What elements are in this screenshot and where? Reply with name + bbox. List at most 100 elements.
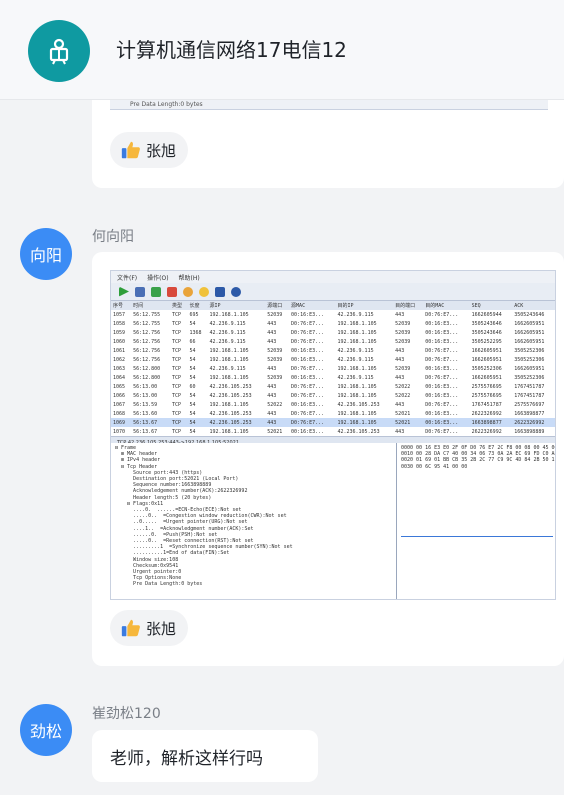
column-header: 序号 [111,301,132,310]
table-cell: 00:16:E3... [425,410,459,417]
table-cell: 52021 [267,428,283,435]
table-row: 1059 56:12.756 TCP 1368 42.236.9.115 443 D0:76… [111,328,555,337]
table-row: 1058 56:12.755 TCP 54 42.236.9.115 443 D0:76:E… [111,319,555,328]
table-cell: 1059 [113,329,126,336]
table-cell: 1067 [113,401,126,408]
table-cell: 00:16:E3... [291,374,325,381]
table-cell: 443 [267,338,277,345]
table-cell: 00:16:E3... [291,311,325,318]
table-cell: 192.168.1.105 [209,401,249,408]
table-cell: 56:12.755 [133,320,161,327]
table-cell: 52039 [267,356,283,363]
table-row: 1070 56:13.67 TCP 54 192.168.1.105 52021 00:16… [111,427,555,436]
table-cell: 443 [267,410,277,417]
column-header: 目的IP [335,301,394,310]
table-cell: 2622326992 [471,428,502,435]
table-cell: 1767451787 [514,383,545,390]
table-cell: 42.236.105.253 [209,392,252,399]
table-cell: 1066 [113,392,126,399]
table-cell: 52039 [395,329,411,336]
group-avatar[interactable] [28,20,90,82]
table-cell: 52022 [395,392,411,399]
avatar-text: 向阳 [29,246,62,265]
table-cell: 56:12.756 [133,338,161,345]
menu-item: 文件(F) [117,275,138,282]
message-image[interactable]: Pre Data Length:0 bytes [110,100,548,110]
table-cell: D0:76:E7... [291,329,325,336]
table-cell: 192.168.1.105 [209,356,249,363]
app-menubar: 文件(F) 操作(O) 帮助(H) [111,271,555,283]
table-cell: D0:76:E7... [291,383,325,390]
table-cell: 42.236.105.253 [337,428,380,435]
filter-icon [183,286,193,297]
table-cell: 1662605951 [514,365,545,372]
table-cell: 54 [187,418,208,427]
table-cell: D0:76:E7... [425,347,459,354]
table-cell: 42.236.105.253 [337,401,380,408]
table-cell: 56:12.800 [133,365,161,372]
message-card: Pre Data Length:0 bytes 张旭 [92,100,564,188]
like-chip[interactable]: 张旭 [110,610,189,646]
table-row: 1066 56:13.00 TCP 54 42.236.105.253 443 D0:76:… [111,391,555,400]
table-cell: 1767451787 [471,401,502,408]
table-cell: D0:76:E7... [291,410,325,417]
avatar[interactable]: 劲松 [20,704,72,756]
table-cell: 56:12.800 [133,374,161,381]
table-cell: 192.168.1.105 [209,311,249,318]
table-cell: 00:16:E3... [425,365,459,372]
table-cell: 54 [189,392,196,399]
table-row: 1063 56:12.800 TCP 54 42.236.9.115 443 D0:76:E… [111,364,555,373]
table-cell: 1663898877 [514,410,545,417]
table-cell: 3505243646 [514,311,545,318]
table-cell: TCP [171,311,181,318]
table-cell: 52022 [267,401,283,408]
table-cell: 54 [189,410,196,417]
table-cell: 2622326992 [471,410,502,417]
detail-panes: ⊟ Frame ⊞ MAC header ⊞ IPv4 header ⊟ Tcp… [111,443,555,599]
book-reader-icon [49,38,69,65]
table-cell: 443 [265,418,290,427]
table-cell: 52039 [395,320,411,327]
message-image[interactable]: 文件(F) 操作(O) 帮助(H) 序号 时间 类型 长度 源IP 源端口 源MAC 目的IP 目的… [110,270,556,600]
table-cell: 1070 [113,428,126,435]
table-cell: D0:76:E7... [425,374,459,381]
table-cell: 56:13.00 [133,392,158,399]
table-cell: 42.236.9.115 [337,347,374,354]
table-cell: 1057 [113,311,126,318]
sender-name: 何向阳 [92,229,134,245]
table-cell: 54 [189,374,196,381]
table-cell: 192.168.1.105 [337,410,377,417]
table-cell: 42.236.9.115 [209,365,246,372]
table-cell: 42.236.9.115 [337,374,374,381]
table-cell: 54 [189,320,196,327]
table-cell: 00:16:E3... [291,356,325,363]
table-cell: 1663898877 [469,418,513,427]
like-chip[interactable]: 张旭 [110,132,189,168]
table-cell: 54 [189,365,196,372]
table-cell: 52022 [395,383,411,390]
column-header: 目的端口 [393,301,424,310]
image-caption: Pre Data Length:0 bytes [130,101,203,108]
table-cell: 1663898889 [514,428,545,435]
table-cell: 192.168.1.105 [337,329,377,336]
table-cell: 1662605944 [471,311,502,318]
table-cell: 56:12.756 [133,347,161,354]
table-cell: D0:76:E7... [291,365,325,372]
clear-icon [167,286,177,297]
avatar[interactable]: 向阳 [20,228,72,280]
table-cell: 52021 [393,418,424,427]
table-cell: 00:16:E3... [291,428,325,435]
message-bubble[interactable]: 老师，解析这样行吗 [92,730,318,782]
table-cell: D0:76:E7... [425,311,459,318]
thumbs-up-icon [121,141,140,159]
table-cell: 52021 [395,410,411,417]
table-cell: TCP [171,320,181,327]
table-cell: 192.168.1.105 [337,338,377,345]
table-cell: 2575576695 [471,383,502,390]
table-cell: TCP [171,356,181,363]
table-cell: 54 [189,401,196,408]
table-cell: 56:13.59 [133,401,158,408]
table-cell: 00:16:E3... [425,320,459,327]
table-cell: 00:16:E3... [425,338,459,345]
table-cell: 56:13.00 [133,383,158,390]
